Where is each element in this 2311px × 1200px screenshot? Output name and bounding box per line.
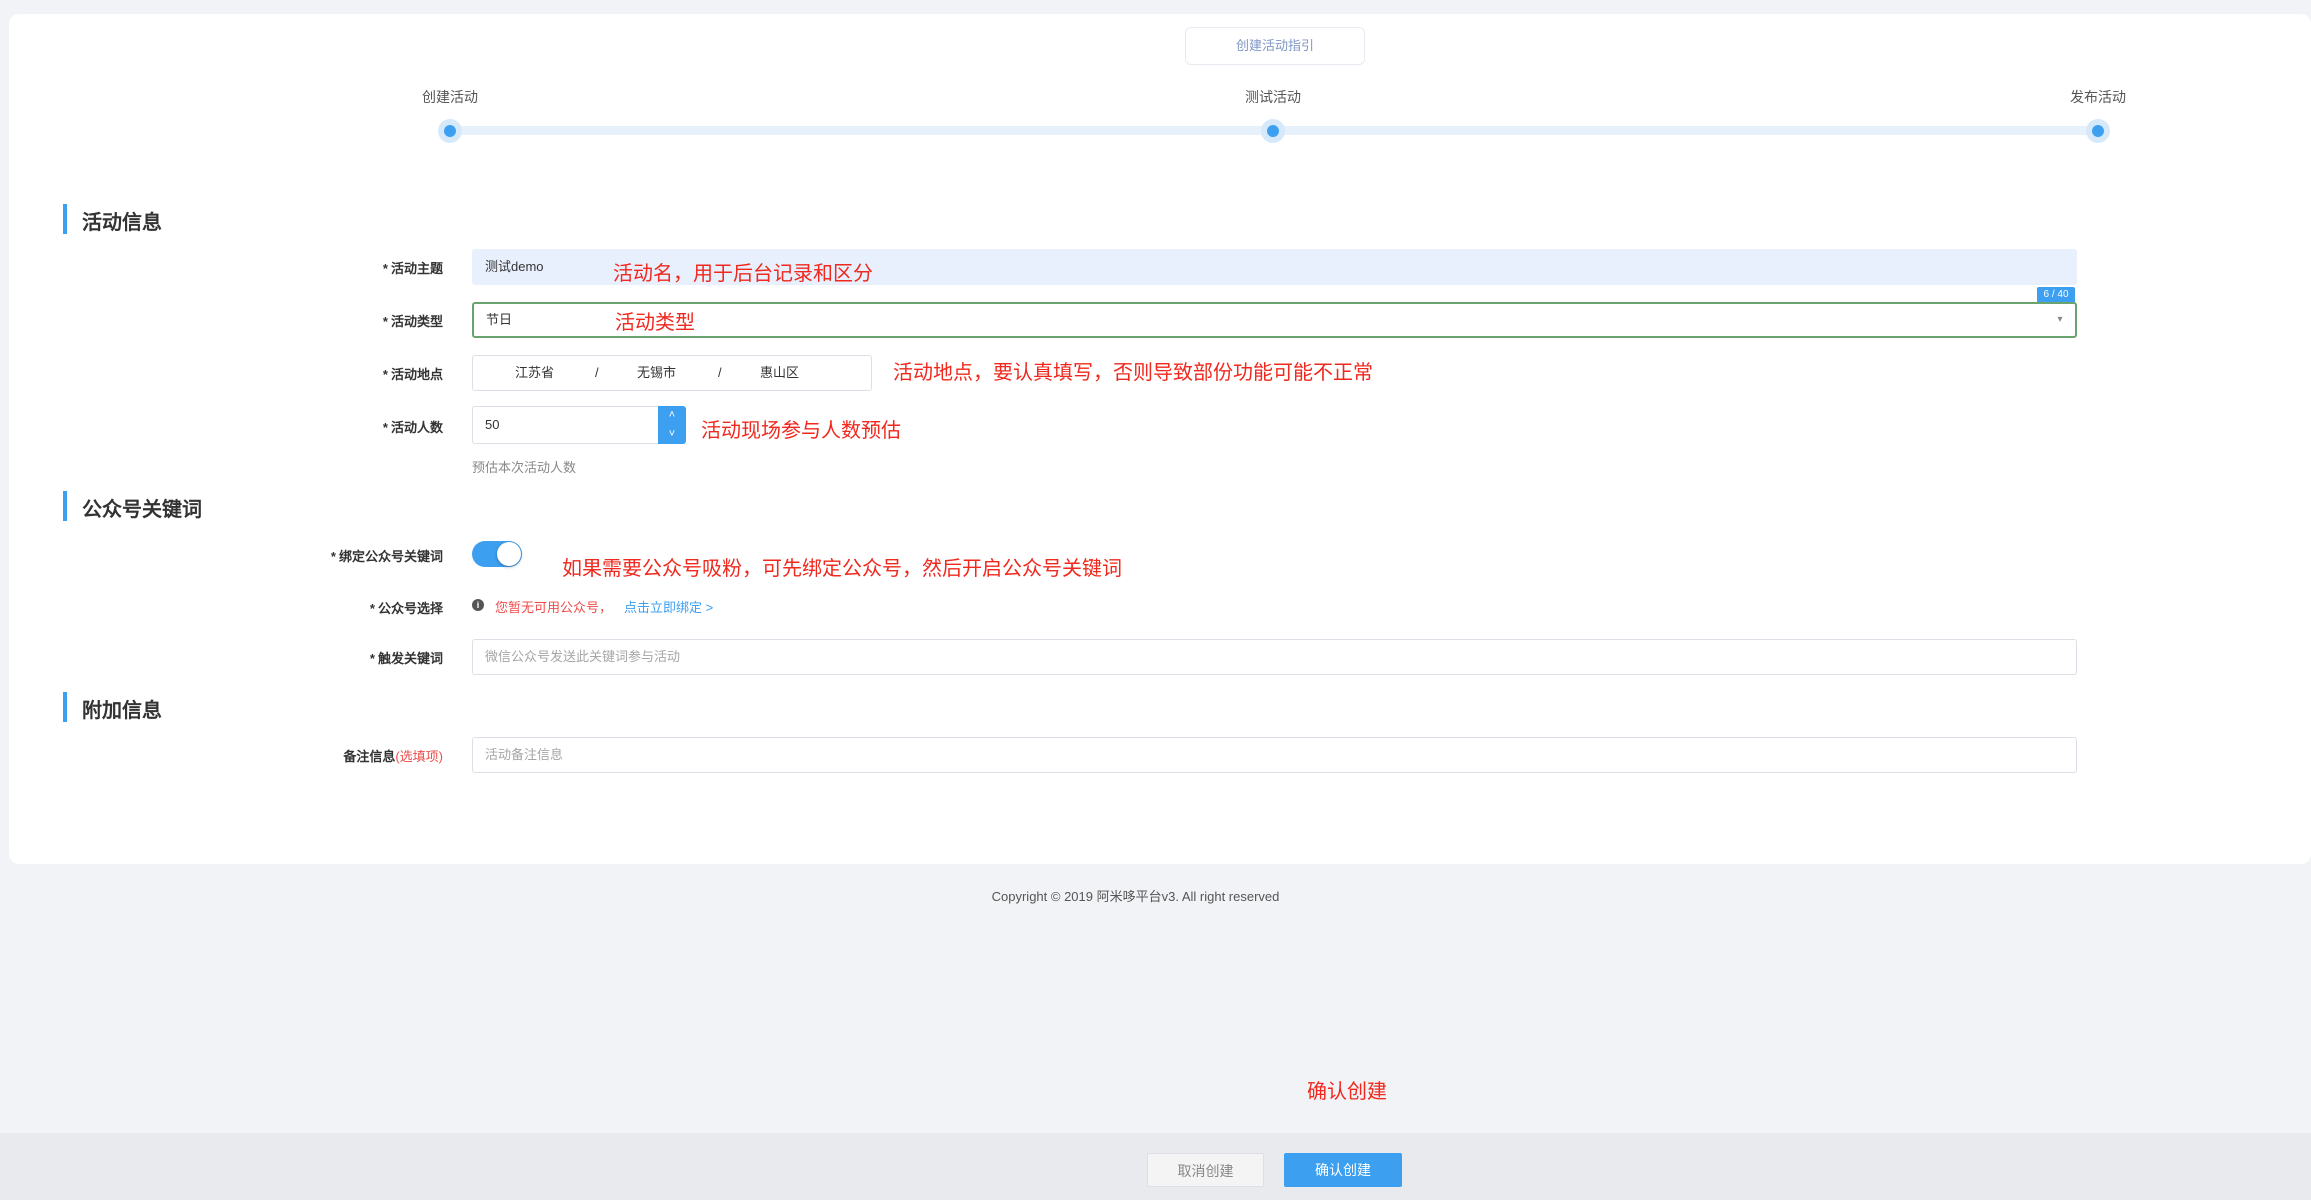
city-value: 无锡市 [637,365,677,380]
bind-keyword-toggle[interactable] [472,541,522,567]
separator: / [718,365,722,380]
step-label-publish: 发布活动 [2070,89,2126,105]
required-mark: * [382,367,388,382]
district-value: 惠山区 [760,365,800,380]
required-mark: * [382,420,388,435]
required-mark: * [382,261,388,276]
section-bar [63,692,67,722]
trigger-keyword-input[interactable]: 微信公众号发送此关键词参与活动 [472,639,2077,675]
province-value: 江苏省 [515,365,555,380]
trigger-keyword-label: * 触发关键词 [370,648,443,667]
step-label-create: 创建活动 [422,89,478,105]
stepper-up-icon[interactable]: ˄ [658,406,686,425]
remark-label-text: 备注信息 [343,749,396,764]
optional-mark: (选填项) [395,749,443,764]
location-annotation: 活动地点，要认真填写，否则导致部份功能可能不正常 [893,362,1373,384]
required-mark: * [369,601,375,616]
section-bar [63,491,67,521]
stepper-down-icon[interactable]: ˅ [658,425,686,444]
theme-label-text: 活动主题 [390,261,443,276]
info-icon: i [472,599,484,611]
bind-account-link[interactable]: 点击立即绑定 > [624,597,713,616]
remark-input[interactable]: 活动备注信息 [472,737,2077,773]
step-dot-test[interactable] [1261,119,1285,143]
section-title-extra-info: 附加信息 [82,700,162,722]
separator: / [595,365,599,380]
bind-keyword-label: * 绑定公众号关键词 [331,546,443,565]
cancel-create-button[interactable]: 取消创建 [1147,1153,1264,1187]
trigger-keyword-label-text: 触发关键词 [377,651,443,666]
copyright-text: Copyright © 2019 阿米哆平台v3. All right rese… [991,889,1280,904]
bind-keyword-label-text: 绑定公众号关键词 [338,549,443,564]
account-select-label-text: 公众号选择 [377,601,443,616]
count-annotation: 活动现场参与人数预估 [701,420,901,442]
theme-char-counter: 6 / 40 [2037,287,2075,303]
location-cascader[interactable]: 江苏省 / 无锡市 / 惠山区 [472,355,872,391]
create-guide-button[interactable]: 创建活动指引 [1185,27,1365,65]
no-account-warning: 您暂无可用公众号， [495,600,613,615]
step-dot-publish[interactable] [2086,119,2110,143]
confirm-create-button[interactable]: 确认创建 [1284,1153,1402,1187]
copyright-footer: Copyright © 2019 阿米哆平台v3. All right rese… [0,886,2311,905]
section-title-wechat-keywords: 公众号关键词 [82,499,202,521]
type-label: * 活动类型 [383,311,443,330]
count-hint: 预估本次活动人数 [472,460,577,475]
theme-label: * 活动主题 [383,258,443,277]
count-label-text: 活动人数 [390,420,443,435]
chevron-down-icon[interactable]: ▾ [2053,313,2067,327]
required-mark: * [369,651,375,666]
remark-label: 备注信息(选填项) [343,746,443,765]
location-label: * 活动地点 [383,364,443,383]
count-stepper[interactable]: ˄ ˅ [658,406,686,444]
count-input[interactable]: 50 [472,406,660,444]
step-label-test: 测试活动 [1245,89,1301,105]
section-bar [63,204,67,234]
required-mark: * [330,549,336,564]
step-dot-create[interactable] [438,119,462,143]
count-label: * 活动人数 [383,417,443,436]
type-annotation: 活动类型 [615,312,695,334]
type-select[interactable]: 节日 [472,302,2077,338]
location-label-text: 活动地点 [390,367,443,382]
confirm-annotation: 确认创建 [1307,1081,1387,1103]
section-title-activity-info: 活动信息 [82,212,162,234]
type-label-text: 活动类型 [390,314,443,329]
required-mark: * [382,314,388,329]
theme-annotation: 活动名，用于后台记录和区分 [613,263,873,285]
account-select-label: * 公众号选择 [370,598,443,617]
bind-annotation: 如果需要公众号吸粉，可先绑定公众号，然后开启公众号关键词 [562,558,1122,580]
